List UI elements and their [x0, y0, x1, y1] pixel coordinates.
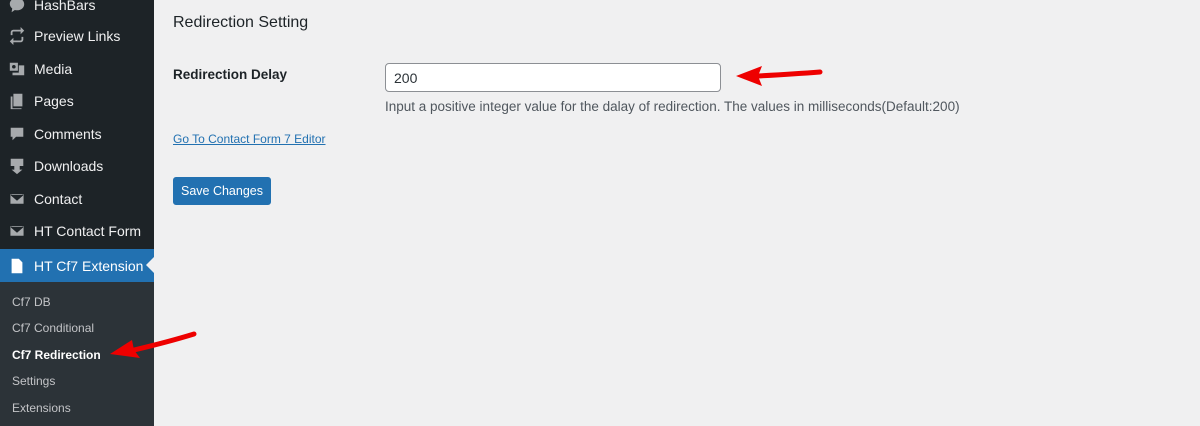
redirection-delay-input[interactable] [385, 63, 721, 92]
sidebar-item-label: Contact [34, 191, 83, 207]
sidebar-item-label: HashBars [34, 0, 96, 13]
document-icon [7, 256, 27, 276]
media-icon [7, 59, 27, 79]
sidebar-item-downloads[interactable]: Downloads [0, 150, 154, 182]
sidebar-item-media[interactable]: Media [0, 53, 154, 85]
redirection-delay-label: Redirection Delay [173, 67, 288, 82]
download-icon [7, 156, 27, 176]
sidebar-item-label: Downloads [34, 158, 104, 174]
annotation-arrow-icon [110, 331, 197, 358]
submenu-item-settings[interactable]: Settings [12, 371, 55, 391]
sidebar-item-label: Media [34, 61, 73, 77]
sidebar-item-pages[interactable]: Pages [0, 85, 154, 117]
submenu-item-cf7-conditional[interactable]: Cf7 Conditional [12, 318, 94, 338]
sidebar-item-preview-links[interactable]: Preview Links [0, 20, 154, 52]
submenu-item-cf7-redirection[interactable]: Cf7 Redirection [12, 345, 101, 365]
sidebar-item-label: Preview Links [34, 28, 121, 44]
sidebar-item-comments[interactable]: Comments [0, 118, 154, 150]
contact-form-7-editor-link[interactable]: Go To Contact Form 7 Editor [173, 132, 326, 146]
save-changes-button[interactable]: Save Changes [173, 177, 271, 205]
hashbars-icon [7, 0, 27, 15]
envelope-icon [7, 221, 27, 241]
admin-sidebar: HashBars Preview Links Media Pages Comme… [0, 0, 154, 426]
annotation-arrow-icon [736, 66, 823, 86]
submenu-item-cf7-db[interactable]: Cf7 DB [12, 292, 51, 312]
link-icon [7, 26, 27, 46]
redirection-delay-description: Input a positive integer value for the d… [385, 99, 960, 114]
envelope-icon [7, 189, 27, 209]
sidebar-item-label: Comments [34, 126, 102, 142]
sidebar-item-label: HT Cf7 Extension [34, 257, 144, 274]
sidebar-item-ht-cf7-extension[interactable]: HT Cf7 Extension [0, 249, 154, 282]
submenu-item-extensions[interactable]: Extensions [12, 398, 71, 418]
sidebar-item-contact[interactable]: Contact [0, 183, 154, 215]
sidebar-item-label: Pages [34, 93, 74, 109]
sidebar-item-hashbars[interactable]: HashBars [0, 0, 154, 21]
pages-icon [7, 91, 27, 111]
sidebar-item-ht-contact-form[interactable]: HT Contact Form [0, 215, 154, 247]
page-title: Redirection Setting [173, 14, 309, 31]
comment-icon [7, 124, 27, 144]
sidebar-item-label: HT Contact Form [34, 223, 142, 239]
